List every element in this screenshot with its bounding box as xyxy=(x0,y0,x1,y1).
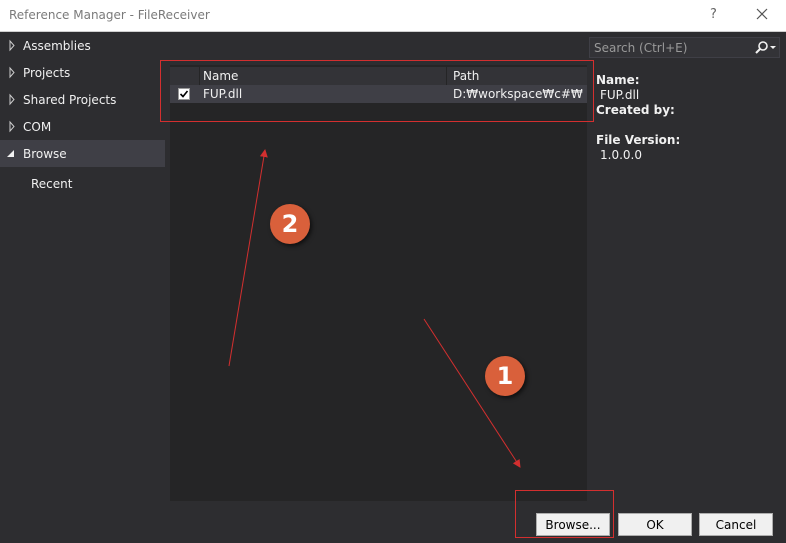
arrow-to-list xyxy=(228,149,268,367)
step-badge-1: 1 xyxy=(485,356,525,396)
annotation-arrows xyxy=(228,149,521,468)
step-badge-2: 2 xyxy=(270,204,310,244)
